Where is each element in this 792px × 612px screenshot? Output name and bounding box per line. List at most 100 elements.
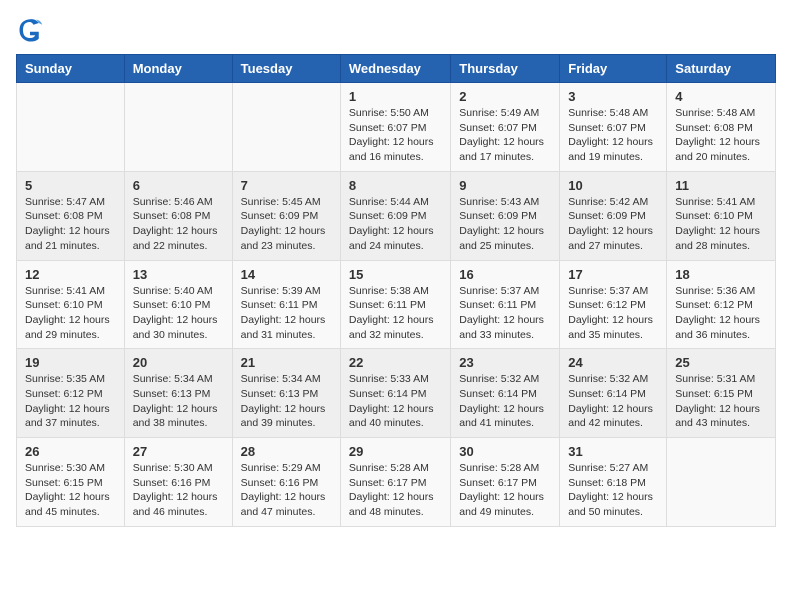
day-number: 1 bbox=[349, 89, 442, 104]
day-number: 14 bbox=[241, 267, 332, 282]
day-number: 19 bbox=[25, 355, 116, 370]
calendar-cell: 22 Sunrise: 5:33 AMSunset: 6:14 PMDayligh… bbox=[340, 349, 450, 438]
calendar-cell: 25 Sunrise: 5:31 AMSunset: 6:15 PMDayligh… bbox=[667, 349, 776, 438]
calendar-cell: 1 Sunrise: 5:50 AMSunset: 6:07 PMDaylight… bbox=[340, 83, 450, 172]
calendar-cell: 31 Sunrise: 5:27 AMSunset: 6:18 PMDayligh… bbox=[560, 438, 667, 527]
day-info: Sunrise: 5:50 AMSunset: 6:07 PMDaylight:… bbox=[349, 106, 442, 165]
day-info: Sunrise: 5:46 AMSunset: 6:08 PMDaylight:… bbox=[133, 195, 224, 254]
day-number: 5 bbox=[25, 178, 116, 193]
weekday-header-sunday: Sunday bbox=[17, 55, 125, 83]
week-row-1: 5 Sunrise: 5:47 AMSunset: 6:08 PMDaylight… bbox=[17, 171, 776, 260]
day-number: 26 bbox=[25, 444, 116, 459]
day-number: 31 bbox=[568, 444, 658, 459]
calendar-cell: 6 Sunrise: 5:46 AMSunset: 6:08 PMDaylight… bbox=[124, 171, 232, 260]
calendar-cell: 3 Sunrise: 5:48 AMSunset: 6:07 PMDaylight… bbox=[560, 83, 667, 172]
day-number: 11 bbox=[675, 178, 767, 193]
calendar-cell bbox=[667, 438, 776, 527]
day-info: Sunrise: 5:41 AMSunset: 6:10 PMDaylight:… bbox=[675, 195, 767, 254]
week-row-4: 26 Sunrise: 5:30 AMSunset: 6:15 PMDayligh… bbox=[17, 438, 776, 527]
calendar-cell: 9 Sunrise: 5:43 AMSunset: 6:09 PMDaylight… bbox=[451, 171, 560, 260]
calendar-cell bbox=[232, 83, 340, 172]
calendar-body: 1 Sunrise: 5:50 AMSunset: 6:07 PMDaylight… bbox=[17, 83, 776, 527]
calendar-cell: 26 Sunrise: 5:30 AMSunset: 6:15 PMDayligh… bbox=[17, 438, 125, 527]
weekday-row: SundayMondayTuesdayWednesdayThursdayFrid… bbox=[17, 55, 776, 83]
day-number: 12 bbox=[25, 267, 116, 282]
day-info: Sunrise: 5:27 AMSunset: 6:18 PMDaylight:… bbox=[568, 461, 658, 520]
day-info: Sunrise: 5:30 AMSunset: 6:16 PMDaylight:… bbox=[133, 461, 224, 520]
calendar-cell: 30Sunrise: 5:28 AMSunset: 6:17 PMDayligh… bbox=[451, 438, 560, 527]
day-number: 9 bbox=[459, 178, 551, 193]
weekday-header-monday: Monday bbox=[124, 55, 232, 83]
day-info: Sunrise: 5:39 AMSunset: 6:11 PMDaylight:… bbox=[241, 284, 332, 343]
calendar-cell: 14 Sunrise: 5:39 AMSunset: 6:11 PMDayligh… bbox=[232, 260, 340, 349]
day-info: Sunrise: 5:47 AMSunset: 6:08 PMDaylight:… bbox=[25, 195, 116, 254]
day-info: Sunrise: 5:30 AMSunset: 6:15 PMDaylight:… bbox=[25, 461, 116, 520]
day-number: 20 bbox=[133, 355, 224, 370]
day-number: 8 bbox=[349, 178, 442, 193]
day-info: Sunrise: 5:37 AMSunset: 6:11 PMDaylight:… bbox=[459, 284, 551, 343]
day-number: 13 bbox=[133, 267, 224, 282]
calendar-cell: 18 Sunrise: 5:36 AMSunset: 6:12 PMDayligh… bbox=[667, 260, 776, 349]
day-number: 22 bbox=[349, 355, 442, 370]
calendar-cell bbox=[17, 83, 125, 172]
day-info: Sunrise: 5:31 AMSunset: 6:15 PMDaylight:… bbox=[675, 372, 767, 431]
calendar-cell: 19 Sunrise: 5:35 AMSunset: 6:12 PMDayligh… bbox=[17, 349, 125, 438]
calendar-cell: 10 Sunrise: 5:42 AMSunset: 6:09 PMDayligh… bbox=[560, 171, 667, 260]
day-info: Sunrise: 5:48 AMSunset: 6:07 PMDaylight:… bbox=[568, 106, 658, 165]
day-number: 2 bbox=[459, 89, 551, 104]
calendar-cell: 11 Sunrise: 5:41 AMSunset: 6:10 PMDayligh… bbox=[667, 171, 776, 260]
day-info: Sunrise: 5:37 AMSunset: 6:12 PMDaylight:… bbox=[568, 284, 658, 343]
day-info: Sunrise: 5:38 AMSunset: 6:11 PMDaylight:… bbox=[349, 284, 442, 343]
day-info: Sunrise: 5:36 AMSunset: 6:12 PMDaylight:… bbox=[675, 284, 767, 343]
calendar-cell: 16Sunrise: 5:37 AMSunset: 6:11 PMDayligh… bbox=[451, 260, 560, 349]
weekday-header-tuesday: Tuesday bbox=[232, 55, 340, 83]
day-info: Sunrise: 5:42 AMSunset: 6:09 PMDaylight:… bbox=[568, 195, 658, 254]
day-info: Sunrise: 5:41 AMSunset: 6:10 PMDaylight:… bbox=[25, 284, 116, 343]
day-info: Sunrise: 5:35 AMSunset: 6:12 PMDaylight:… bbox=[25, 372, 116, 431]
day-number: 18 bbox=[675, 267, 767, 282]
calendar-cell: 8Sunrise: 5:44 AMSunset: 6:09 PMDaylight… bbox=[340, 171, 450, 260]
logo bbox=[16, 16, 48, 44]
day-number: 7 bbox=[241, 178, 332, 193]
day-info: Sunrise: 5:43 AMSunset: 6:09 PMDaylight:… bbox=[459, 195, 551, 254]
day-number: 10 bbox=[568, 178, 658, 193]
day-info: Sunrise: 5:40 AMSunset: 6:10 PMDaylight:… bbox=[133, 284, 224, 343]
calendar-cell: 12 Sunrise: 5:41 AMSunset: 6:10 PMDayligh… bbox=[17, 260, 125, 349]
calendar-cell: 5 Sunrise: 5:47 AMSunset: 6:08 PMDaylight… bbox=[17, 171, 125, 260]
day-number: 15 bbox=[349, 267, 442, 282]
calendar-cell: 28Sunrise: 5:29 AMSunset: 6:16 PMDayligh… bbox=[232, 438, 340, 527]
calendar-cell: 27 Sunrise: 5:30 AMSunset: 6:16 PMDayligh… bbox=[124, 438, 232, 527]
weekday-header-friday: Friday bbox=[560, 55, 667, 83]
calendar-table: SundayMondayTuesdayWednesdayThursdayFrid… bbox=[16, 54, 776, 527]
weekday-header-wednesday: Wednesday bbox=[340, 55, 450, 83]
day-info: Sunrise: 5:32 AMSunset: 6:14 PMDaylight:… bbox=[568, 372, 658, 431]
day-number: 24 bbox=[568, 355, 658, 370]
calendar-cell: 13 Sunrise: 5:40 AMSunset: 6:10 PMDayligh… bbox=[124, 260, 232, 349]
day-info: Sunrise: 5:45 AMSunset: 6:09 PMDaylight:… bbox=[241, 195, 332, 254]
calendar-cell: 2 Sunrise: 5:49 AMSunset: 6:07 PMDaylight… bbox=[451, 83, 560, 172]
calendar-cell: 29 Sunrise: 5:28 AMSunset: 6:17 PMDayligh… bbox=[340, 438, 450, 527]
day-number: 30 bbox=[459, 444, 551, 459]
calendar-cell: 4Sunrise: 5:48 AMSunset: 6:08 PMDaylight… bbox=[667, 83, 776, 172]
day-info: Sunrise: 5:32 AMSunset: 6:14 PMDaylight:… bbox=[459, 372, 551, 431]
calendar-cell: 21 Sunrise: 5:34 AMSunset: 6:13 PMDayligh… bbox=[232, 349, 340, 438]
calendar-cell: 20Sunrise: 5:34 AMSunset: 6:13 PMDayligh… bbox=[124, 349, 232, 438]
day-info: Sunrise: 5:48 AMSunset: 6:08 PMDaylight:… bbox=[675, 106, 767, 165]
day-number: 3 bbox=[568, 89, 658, 104]
day-number: 21 bbox=[241, 355, 332, 370]
weekday-header-thursday: Thursday bbox=[451, 55, 560, 83]
day-info: Sunrise: 5:49 AMSunset: 6:07 PMDaylight:… bbox=[459, 106, 551, 165]
day-info: Sunrise: 5:28 AMSunset: 6:17 PMDaylight:… bbox=[349, 461, 442, 520]
day-info: Sunrise: 5:33 AMSunset: 6:14 PMDaylight:… bbox=[349, 372, 442, 431]
day-info: Sunrise: 5:34 AMSunset: 6:13 PMDaylight:… bbox=[241, 372, 332, 431]
calendar-cell: 17 Sunrise: 5:37 AMSunset: 6:12 PMDayligh… bbox=[560, 260, 667, 349]
day-number: 17 bbox=[568, 267, 658, 282]
day-number: 29 bbox=[349, 444, 442, 459]
week-row-3: 19 Sunrise: 5:35 AMSunset: 6:12 PMDayligh… bbox=[17, 349, 776, 438]
day-number: 25 bbox=[675, 355, 767, 370]
calendar-header: SundayMondayTuesdayWednesdayThursdayFrid… bbox=[17, 55, 776, 83]
week-row-2: 12 Sunrise: 5:41 AMSunset: 6:10 PMDayligh… bbox=[17, 260, 776, 349]
page-header bbox=[16, 16, 776, 44]
day-number: 27 bbox=[133, 444, 224, 459]
day-number: 6 bbox=[133, 178, 224, 193]
